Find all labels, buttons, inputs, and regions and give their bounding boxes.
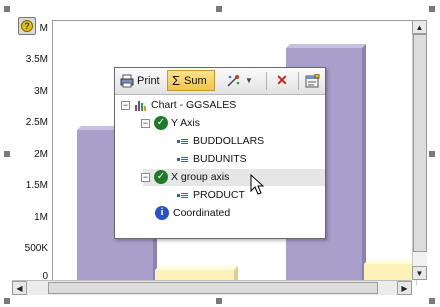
- sum-button[interactable]: Σ Sum: [167, 70, 215, 91]
- collapse-icon[interactable]: −: [141, 118, 150, 128]
- toolbar-separator: [298, 72, 299, 90]
- coordinated-label: Coordinated: [173, 207, 231, 219]
- scroll-left-button[interactable]: ◀: [12, 281, 27, 295]
- field-label: BUDDOLLARS: [193, 135, 265, 147]
- sum-icon: Σ: [172, 73, 181, 88]
- mouse-cursor-icon: [250, 174, 264, 195]
- scroll-up-button[interactable]: ▲: [412, 20, 427, 34]
- bar: [155, 270, 234, 280]
- tree-row-y-axis[interactable]: − ✓ Y Axis: [141, 115, 200, 131]
- field-icon: [175, 136, 189, 146]
- chevron-down-icon: ▼: [245, 76, 253, 85]
- delete-button[interactable]: ✕: [271, 70, 293, 91]
- tree-row-coordinated[interactable]: i Coordinated: [155, 205, 230, 221]
- scroll-right-button[interactable]: ▶: [397, 281, 412, 295]
- field-icon: [175, 190, 189, 200]
- tree-row-field[interactable]: BUDDOLLARS: [175, 133, 264, 149]
- check-icon: ✓: [154, 170, 168, 184]
- sum-label: Sum: [184, 74, 207, 87]
- print-label: Print: [137, 74, 160, 87]
- chart-context-panel: Print Σ Sum ▼ ✕ − Chart - GGSALES − ✓ Y …: [114, 67, 326, 239]
- tree-root-label: Chart - GGSALES: [151, 99, 237, 111]
- panel-toolbar: Print Σ Sum ▼ ✕: [115, 68, 325, 95]
- toolbar-separator: [266, 72, 267, 90]
- chart-style-icon: [227, 74, 240, 87]
- bar-side: [155, 266, 238, 270]
- field-label: PRODUCT: [193, 189, 245, 201]
- bar-side: [286, 44, 366, 48]
- field-icon: [175, 154, 189, 164]
- x-axis-label: X group axis: [171, 171, 230, 183]
- bar-side: [364, 260, 412, 264]
- info-icon: i: [155, 206, 169, 220]
- vertical-scroll-thumb[interactable]: [413, 34, 427, 252]
- collapse-icon[interactable]: −: [141, 172, 150, 182]
- print-button[interactable]: Print: [120, 70, 166, 91]
- bar-chart-icon: [135, 101, 146, 111]
- tree-row-field[interactable]: BUDUNITS: [175, 151, 247, 167]
- tree-row-root[interactable]: − Chart - GGSALES: [121, 97, 236, 113]
- y-axis-label: Y Axis: [171, 117, 200, 129]
- delete-icon: ✕: [276, 72, 288, 88]
- check-icon: ✓: [154, 116, 168, 130]
- scroll-down-button[interactable]: ▼: [412, 266, 427, 280]
- print-icon: [120, 74, 134, 87]
- vertical-scrollbar[interactable]: ▲ ▼: [412, 20, 427, 280]
- horizontal-scroll-thumb[interactable]: [48, 282, 378, 294]
- field-label: BUDUNITS: [193, 153, 247, 165]
- collapse-icon[interactable]: −: [121, 100, 130, 110]
- horizontal-scrollbar[interactable]: ◀ ▶: [12, 280, 412, 295]
- bar-side: [362, 44, 366, 280]
- bar: [364, 264, 412, 280]
- properties-icon: [305, 73, 319, 87]
- tree-row-x-axis[interactable]: − ✓ X group axis: [141, 169, 229, 185]
- tree-row-field[interactable]: PRODUCT: [175, 187, 245, 203]
- chart-style-dropdown[interactable]: ▼: [219, 70, 259, 91]
- properties-button[interactable]: [301, 70, 323, 91]
